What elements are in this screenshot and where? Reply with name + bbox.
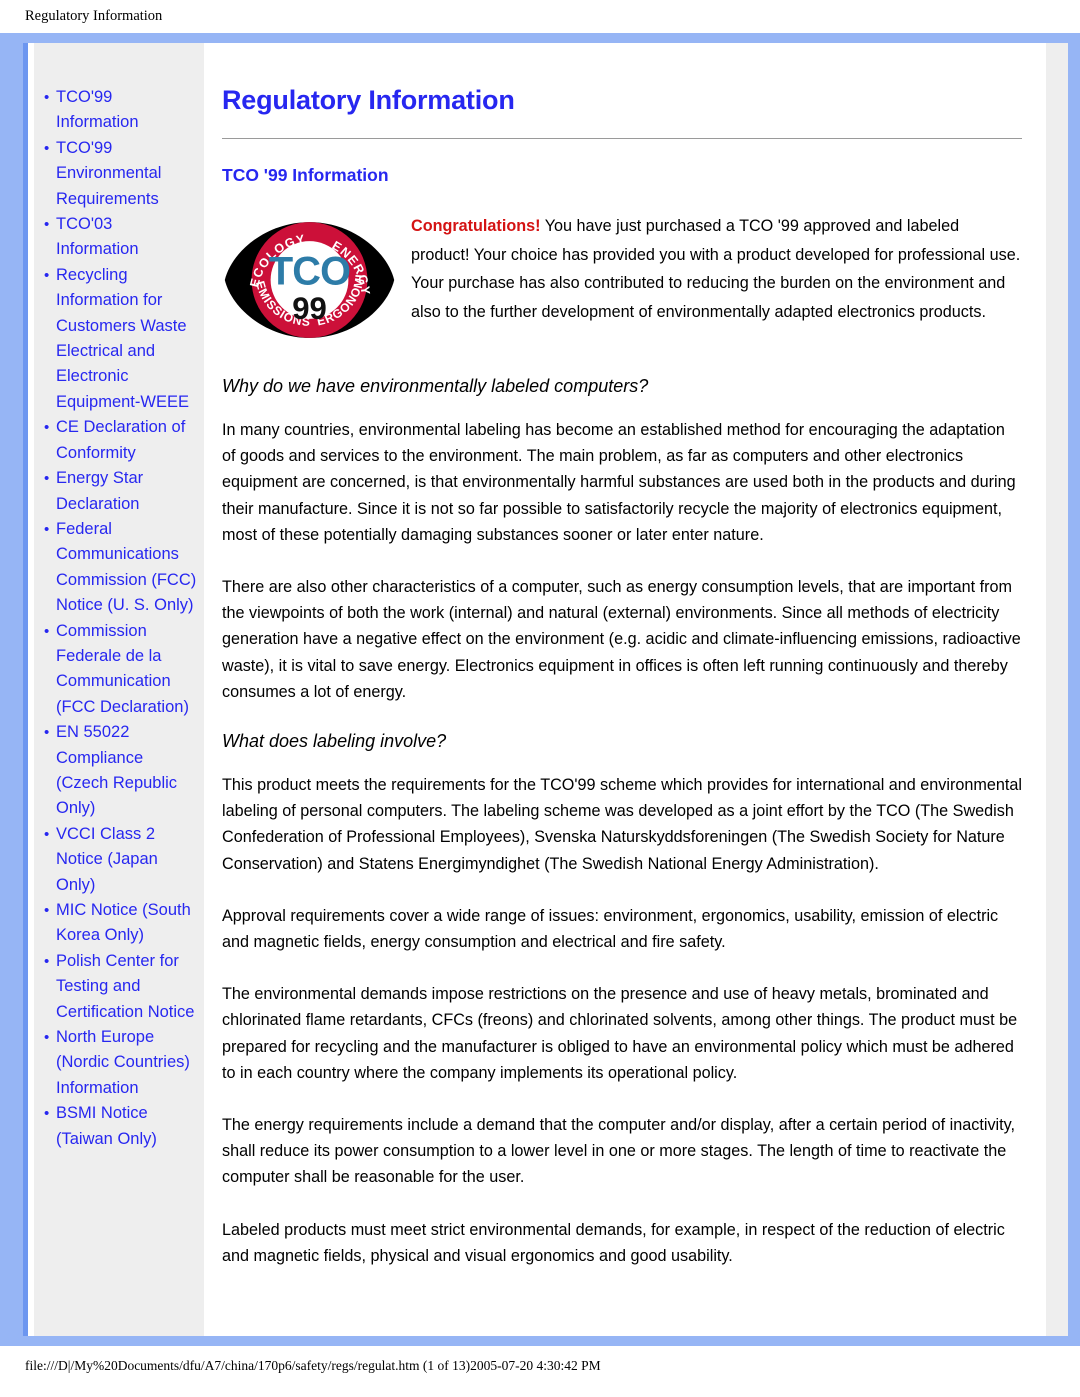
paragraph-3: This product meets the requirements for … bbox=[222, 776, 1022, 873]
sidebar-link[interactable]: EN 55022 Compliance (Czech Republic Only… bbox=[56, 720, 198, 822]
sidebar-item-bsmi-notice[interactable]: BSMI Notice (Taiwan Only) bbox=[42, 1101, 198, 1152]
sidebar-link[interactable]: Polish Center for Testing and Certificat… bbox=[56, 949, 198, 1025]
tco-99-logo-svg: ECOLOGY ENERGY EMISSIONS ERGONOMICS TCO bbox=[218, 199, 395, 338]
right-gray-column bbox=[1046, 43, 1068, 1336]
sidebar-link[interactable]: BSMI Notice (Taiwan Only) bbox=[56, 1101, 198, 1152]
paragraph-1: In many countries, environmental labelin… bbox=[222, 421, 1016, 544]
sidebar-link[interactable]: Federal Communications Commission (FCC) … bbox=[56, 517, 198, 619]
paragraph-7: Labeled products must meet strict enviro… bbox=[222, 1220, 1005, 1265]
paragraph-6: The energy requirements include a demand… bbox=[222, 1116, 1016, 1187]
logo-text-99: 99 bbox=[292, 291, 327, 326]
document-frame: TCO'99 Information TCO'99 Environmental … bbox=[0, 33, 1080, 1346]
browser-print-header: Regulatory Information bbox=[0, 0, 1080, 33]
intro-text: Congratulations! You have just purchased… bbox=[411, 208, 1022, 326]
sidebar-item-tco99-information[interactable]: TCO'99 Information bbox=[42, 85, 198, 136]
sidebar-link[interactable]: VCCI Class 2 Notice (Japan Only) bbox=[56, 822, 198, 898]
congratulations-highlight: Congratulations! bbox=[411, 217, 541, 235]
paragraph-5: The environmental demands impose restric… bbox=[222, 985, 1018, 1082]
sidebar-link[interactable]: TCO'03 Information bbox=[56, 212, 198, 263]
sidebar-item-vcci-class-2-notice[interactable]: VCCI Class 2 Notice (Japan Only) bbox=[42, 822, 198, 898]
section-title-tco99: TCO '99 Information bbox=[222, 165, 389, 185]
intro-paragraph: Congratulations! You have just purchased… bbox=[411, 212, 1022, 326]
intro-block: ECOLOGY ENERGY EMISSIONS ERGONOMICS TCO bbox=[218, 199, 1022, 350]
title-divider bbox=[222, 138, 1022, 139]
paragraph-2: There are also other characteristics of … bbox=[222, 578, 1021, 701]
sidebar-item-fcc-declaration-french[interactable]: Commission Federale de la Communication … bbox=[42, 619, 198, 721]
sidebar-item-tco03-information[interactable]: TCO'03 Information bbox=[42, 212, 198, 263]
sidebar-link[interactable]: Recycling Information for Customers Wast… bbox=[56, 263, 198, 415]
subheading-why-labeled-computers: Why do we have environmentally labeled c… bbox=[222, 376, 649, 396]
sidebar-link[interactable]: North Europe (Nordic Countries) Informat… bbox=[56, 1025, 198, 1101]
page-title: Regulatory Information bbox=[222, 85, 515, 115]
subheading-what-does-labeling-involve: What does labeling involve? bbox=[222, 731, 447, 752]
print-header-title: Regulatory Information bbox=[25, 8, 163, 24]
sidebar-link[interactable]: CE Declaration of Conformity bbox=[56, 415, 198, 466]
main-content: Regulatory Information TCO '99 Informati… bbox=[204, 43, 1046, 1336]
sidebar-item-polish-center-notice[interactable]: Polish Center for Testing and Certificat… bbox=[42, 949, 198, 1025]
logo-text-tco: TCO bbox=[269, 249, 350, 293]
document-body: TCO'99 Information TCO'99 Environmental … bbox=[23, 43, 1068, 1336]
sidebar-item-tco99-environmental-requirements[interactable]: TCO'99 Environmental Requirements bbox=[42, 136, 198, 212]
sidebar-item-fcc-notice[interactable]: Federal Communications Commission (FCC) … bbox=[42, 517, 198, 619]
print-footer-path: file:///D|/My%20Documents/dfu/A7/china/1… bbox=[25, 1358, 601, 1373]
paragraph-4: Approval requirements cover a wide range… bbox=[222, 906, 999, 952]
sidebar-item-energy-star-declaration[interactable]: Energy Star Declaration bbox=[42, 466, 198, 517]
sidebar-item-recycling-information[interactable]: Recycling Information for Customers Wast… bbox=[42, 263, 198, 415]
browser-print-footer: file:///D|/My%20Documents/dfu/A7/china/1… bbox=[0, 1346, 1080, 1397]
sidebar-link[interactable]: TCO'99 Environmental Requirements bbox=[56, 136, 198, 212]
sidebar-list: TCO'99 Information TCO'99 Environmental … bbox=[42, 85, 198, 1152]
sidebar-link[interactable]: TCO'99 Information bbox=[56, 85, 198, 136]
sidebar-item-north-europe-information[interactable]: North Europe (Nordic Countries) Informat… bbox=[42, 1025, 198, 1101]
sidebar-item-en55022-compliance[interactable]: EN 55022 Compliance (Czech Republic Only… bbox=[42, 720, 198, 822]
sidebar-item-mic-notice[interactable]: MIC Notice (South Korea Only) bbox=[42, 898, 198, 949]
sidebar-navigation: TCO'99 Information TCO'99 Environmental … bbox=[34, 43, 204, 1336]
tco-99-certification-logo: ECOLOGY ENERGY EMISSIONS ERGONOMICS TCO bbox=[218, 199, 397, 350]
sidebar-link[interactable]: MIC Notice (South Korea Only) bbox=[56, 898, 198, 949]
sidebar-link[interactable]: Commission Federale de la Communication … bbox=[56, 619, 198, 721]
sidebar-link[interactable]: Energy Star Declaration bbox=[56, 466, 198, 517]
sidebar-item-ce-declaration[interactable]: CE Declaration of Conformity bbox=[42, 415, 198, 466]
